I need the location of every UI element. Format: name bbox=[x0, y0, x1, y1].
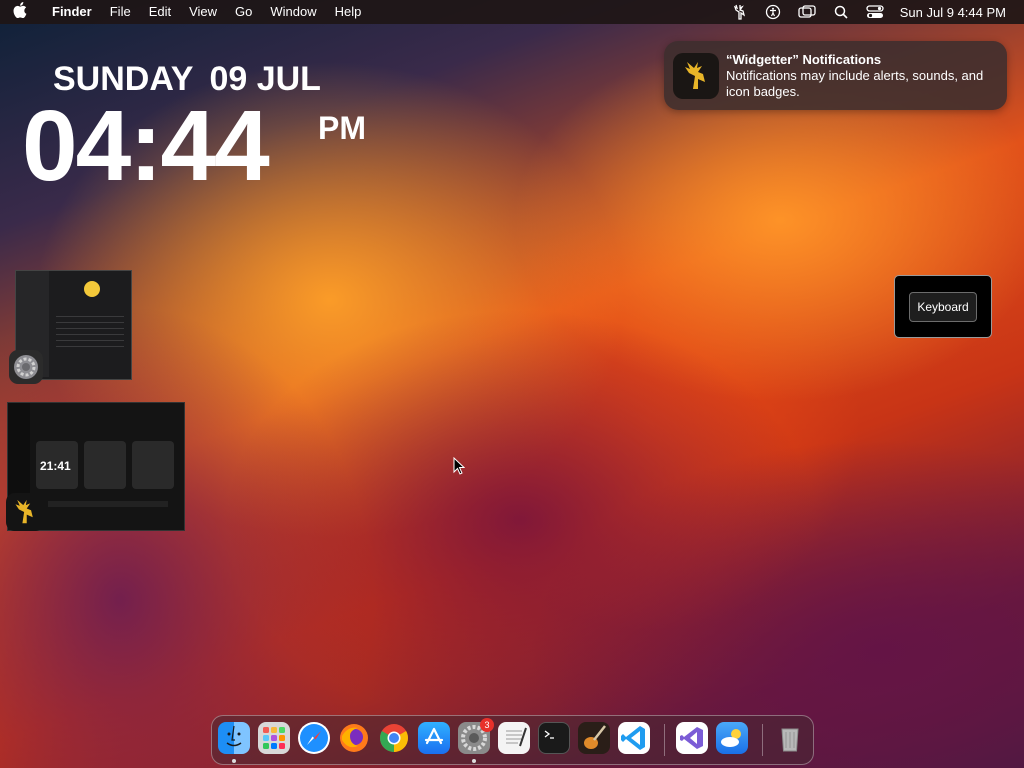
dock-vscode-icon[interactable] bbox=[618, 722, 650, 754]
menu-file[interactable]: File bbox=[101, 0, 140, 24]
menu-app-name[interactable]: Finder bbox=[40, 0, 101, 24]
thumbnail-widget-2 bbox=[84, 441, 126, 489]
dock: 3 bbox=[211, 715, 814, 765]
dock-safari-icon[interactable] bbox=[298, 722, 330, 754]
menu-bar: Finder File Edit View Go Window Help Sun… bbox=[0, 0, 1024, 24]
widget-ampm: PM bbox=[318, 110, 366, 146]
dock-app-store-icon[interactable] bbox=[418, 722, 450, 754]
notification-title: “Widgetter” Notifications bbox=[726, 52, 882, 67]
control-center-icon[interactable] bbox=[866, 3, 884, 21]
dock-terminal-icon[interactable] bbox=[538, 722, 570, 754]
thumbnail-widget-3 bbox=[132, 441, 174, 489]
dock-badge: 3 bbox=[480, 718, 494, 732]
dock-textedit-icon[interactable] bbox=[498, 722, 530, 754]
dock-garageband-icon[interactable] bbox=[578, 722, 610, 754]
dock-visual-studio-icon[interactable] bbox=[676, 722, 708, 754]
dock-firefox-icon[interactable] bbox=[338, 722, 370, 754]
widget-time: 04:44 bbox=[22, 90, 270, 202]
widgetter-app-icon bbox=[673, 53, 719, 99]
accessibility-icon[interactable] bbox=[764, 3, 782, 21]
dock-separator bbox=[762, 724, 763, 756]
menu-window[interactable]: Window bbox=[261, 0, 325, 24]
dock-system-settings-icon[interactable]: 3 bbox=[458, 718, 494, 754]
menu-go[interactable]: Go bbox=[226, 0, 261, 24]
widgetter-app-icon bbox=[6, 493, 44, 531]
dock-launchpad-icon[interactable] bbox=[258, 722, 290, 754]
keyboard-button[interactable]: Keyboard bbox=[909, 292, 977, 322]
keyboard-popup: Keyboard bbox=[894, 275, 992, 338]
dock-finder-icon[interactable] bbox=[218, 722, 250, 754]
screen-mirroring-icon[interactable] bbox=[798, 3, 816, 21]
thumbnail-clock-widget: 21:41 bbox=[36, 441, 78, 489]
dock-trash-icon[interactable] bbox=[774, 722, 806, 754]
notification-body: Notifications may include alerts, sounds… bbox=[726, 68, 984, 99]
widgetter-icon[interactable] bbox=[730, 3, 748, 21]
mouse-cursor-icon bbox=[453, 456, 466, 480]
apple-menu-icon[interactable] bbox=[0, 2, 40, 22]
dock-running-indicator bbox=[472, 759, 476, 763]
thumbnail-time: 21:41 bbox=[40, 459, 71, 473]
dock-weather-icon[interactable] bbox=[716, 722, 748, 754]
dock-chrome-icon[interactable] bbox=[378, 722, 410, 754]
menu-view[interactable]: View bbox=[180, 0, 226, 24]
menu-edit[interactable]: Edit bbox=[140, 0, 180, 24]
thumbnail-list bbox=[56, 311, 124, 349]
dock-separator bbox=[664, 724, 665, 756]
search-icon[interactable] bbox=[832, 3, 850, 21]
dock-running-indicator bbox=[232, 759, 236, 763]
menubar-clock[interactable]: Sun Jul 9 4:44 PM bbox=[900, 5, 1006, 20]
menu-help[interactable]: Help bbox=[326, 0, 371, 24]
notification-banner[interactable]: “Widgetter” Notifications Notifications … bbox=[664, 41, 1007, 110]
thumbnail-banner bbox=[48, 501, 168, 507]
thumbnail-avatar bbox=[84, 281, 100, 297]
system-settings-app-icon bbox=[9, 350, 43, 384]
